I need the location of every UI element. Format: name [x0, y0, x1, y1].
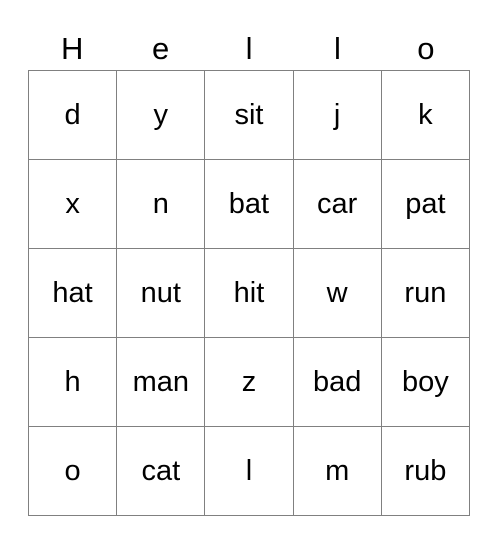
bingo-cell-r1c2[interactable]: bat [204, 159, 294, 249]
bingo-header-letter-3: l [333, 31, 341, 66]
table-row: x n bat car pat [27, 159, 471, 249]
bingo-cell-r2c1[interactable]: nut [116, 248, 206, 338]
bingo-cell-r1c0[interactable]: x [27, 159, 118, 249]
bingo-cell-r3c1[interactable]: man [116, 337, 206, 427]
bingo-cell-r1c4[interactable]: pat [380, 159, 471, 249]
table-row: d y sit j k [27, 70, 471, 160]
bingo-cell-r3c2[interactable]: z [204, 337, 294, 427]
table-row: h man z bad boy [27, 337, 471, 427]
bingo-cell-r0c2[interactable]: sit [204, 70, 294, 160]
bingo-cell-r2c4[interactable]: run [380, 248, 471, 338]
bingo-cell-r2c3[interactable]: w [292, 248, 382, 338]
bingo-cell-r1c1[interactable]: n [116, 159, 206, 249]
bingo-cell-r4c3[interactable]: m [292, 426, 382, 516]
bingo-card: H e l l o d y sit j k x n bat car pat ha… [27, 0, 471, 544]
bingo-header-letter-2: l [245, 31, 253, 66]
bingo-header-letter-0: H [61, 31, 84, 66]
bingo-cell-r0c4[interactable]: k [380, 70, 471, 160]
bingo-cell-r4c0[interactable]: o [27, 426, 118, 516]
bingo-cell-r4c4[interactable]: rub [380, 426, 471, 516]
bingo-header-letter-1: e [151, 31, 170, 66]
table-row: hat nut hit w run [27, 248, 471, 338]
bingo-cell-r2c0[interactable]: hat [27, 248, 118, 338]
bingo-cell-r2c2[interactable]: hit [204, 248, 294, 338]
bingo-header-letter-4: o [417, 31, 435, 66]
bingo-cell-r3c3[interactable]: bad [292, 337, 382, 427]
bingo-cell-r3c0[interactable]: h [27, 337, 118, 427]
bingo-cell-r4c1[interactable]: cat [116, 426, 206, 516]
bingo-cell-r0c1[interactable]: y [116, 70, 206, 160]
bingo-cell-r1c3[interactable]: car [292, 159, 382, 249]
table-row: o cat l m rub [27, 426, 471, 516]
bingo-cell-r0c0[interactable]: d [27, 70, 118, 160]
bingo-grid: d y sit j k x n bat car pat hat nut hit … [27, 70, 471, 516]
bingo-cell-r3c4[interactable]: boy [380, 337, 471, 427]
bingo-cell-r4c2[interactable]: l [204, 426, 294, 516]
bingo-header-row: H e l l o [28, 0, 470, 70]
bingo-cell-r0c3[interactable]: j [292, 70, 382, 160]
